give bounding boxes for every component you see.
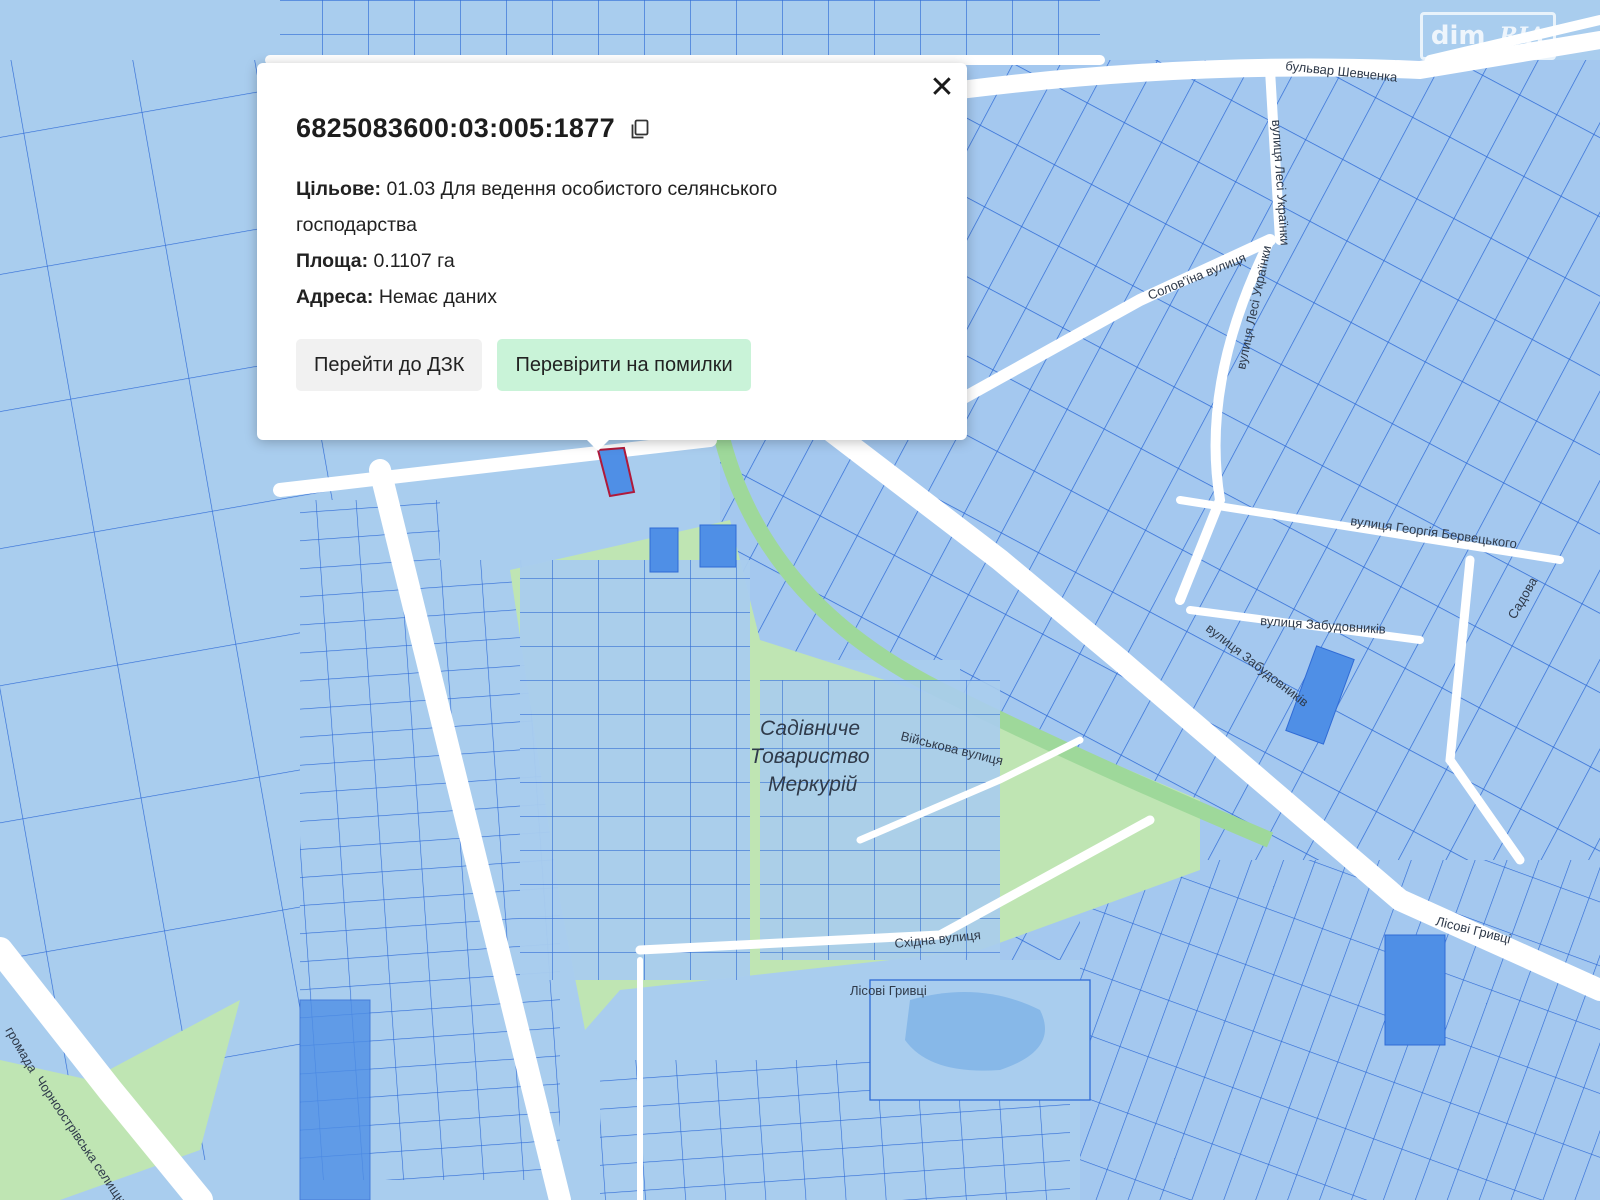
- area-value: 0.1107 га: [373, 250, 455, 272]
- copy-icon[interactable]: [629, 118, 651, 140]
- close-icon[interactable]: ✕: [925, 71, 959, 105]
- highlight-parcel: [649, 527, 679, 573]
- highlight-parcel: [299, 999, 371, 1200]
- purpose-row: Цільове: 01.03 Для ведення особистого се…: [296, 171, 856, 243]
- go-to-dzk-button[interactable]: Перейти до ДЗК: [296, 339, 483, 391]
- parcel-block-north: [280, 0, 1100, 60]
- check-errors-button[interactable]: Перевірити на помилки: [497, 339, 751, 391]
- highlight-parcel: [1384, 934, 1446, 1046]
- cadastral-number: 6825083600:03:005:1877: [296, 113, 615, 143]
- popup-actions: Перейти до ДЗК Перевірити на помилки: [296, 339, 751, 391]
- area-label: Площа:: [296, 250, 369, 272]
- label-garden-society-2: Товариство: [750, 745, 870, 768]
- parcel-title: 6825083600:03:005:1877: [296, 113, 651, 144]
- address-value: Немає даних: [378, 286, 497, 308]
- watermark-ria: RIA: [1499, 23, 1546, 49]
- address-label: Адреса:: [296, 286, 374, 308]
- popup-pointer: [585, 438, 611, 451]
- dimria-watermark: dim RIA: [1420, 12, 1556, 60]
- parcel-block-southeast: [1080, 860, 1600, 1200]
- parcel-details: Цільове: 01.03 Для ведення особистого се…: [296, 171, 856, 315]
- watermark-dim: dim: [1430, 21, 1486, 51]
- label-garden-society-1: Садівниче: [760, 717, 860, 740]
- label-lisovi-hryvtsi: Лісові Гривці: [850, 983, 927, 998]
- garden-plots-west: [520, 560, 750, 980]
- area-row: Площа: 0.1107 га: [296, 243, 856, 279]
- label-garden-society-3: Меркурій: [768, 773, 858, 796]
- parcel-info-popup: ✕ 6825083600:03:005:1877 Цільове: 01.03 …: [257, 63, 967, 440]
- highlight-parcel: [699, 524, 737, 568]
- address-row: Адреса: Немає даних: [296, 279, 856, 315]
- purpose-label: Цільове:: [296, 178, 382, 200]
